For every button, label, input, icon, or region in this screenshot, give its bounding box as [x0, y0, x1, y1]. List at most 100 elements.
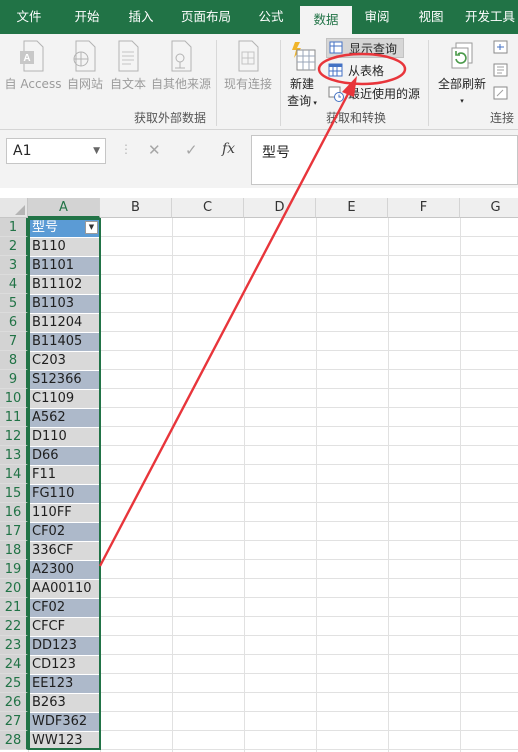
new-query-button[interactable]: 新建 查询 ▾: [282, 38, 322, 109]
table-cell[interactable]: B1101: [29, 257, 100, 275]
column-header-b[interactable]: B: [100, 198, 172, 218]
show-queries-button[interactable]: 显示查询: [326, 38, 404, 58]
refresh-all-button[interactable]: 全部刷新 ▾: [434, 40, 490, 106]
row-header-21[interactable]: 21: [0, 598, 28, 617]
table-cell[interactable]: B263: [29, 694, 100, 712]
table-cell[interactable]: AA00110: [29, 580, 100, 598]
row-header-7[interactable]: 7: [0, 332, 28, 351]
column-header-a[interactable]: A: [28, 198, 100, 218]
table-cell[interactable]: CF02: [29, 599, 100, 617]
from-table-button[interactable]: 从表格: [326, 61, 410, 81]
filter-dropdown-icon[interactable]: ▼: [85, 221, 98, 234]
tab-formulas[interactable]: 公式: [246, 0, 296, 34]
row-header-17[interactable]: 17: [0, 522, 28, 541]
from-access-button[interactable]: A 自 Access: [4, 40, 62, 92]
table-cell[interactable]: B11204: [29, 314, 100, 332]
tab-view[interactable]: 视图: [406, 0, 456, 34]
row-header-4[interactable]: 4: [0, 275, 28, 294]
table-cell[interactable]: A2300: [29, 561, 100, 579]
row-header-27[interactable]: 27: [0, 712, 28, 731]
column-header-f[interactable]: F: [388, 198, 460, 218]
connections-icon[interactable]: [493, 40, 509, 54]
row-header-5[interactable]: 5: [0, 294, 28, 313]
table-cell[interactable]: B11405: [29, 333, 100, 351]
existing-connections-button[interactable]: 现有连接: [220, 40, 276, 92]
table-cell[interactable]: F11: [29, 466, 100, 484]
table-cell[interactable]: S12366: [29, 371, 100, 389]
table-cell[interactable]: CD123: [29, 656, 100, 674]
table-cell[interactable]: FG110: [29, 485, 100, 503]
row-header-9[interactable]: 9: [0, 370, 28, 389]
chevron-down-icon[interactable]: ▼: [93, 139, 100, 163]
table-cell[interactable]: B110: [29, 238, 100, 256]
tab-data[interactable]: 数据: [300, 6, 352, 34]
cell-value: B1103: [32, 296, 75, 311]
row-header-13[interactable]: 13: [0, 446, 28, 465]
table-cell[interactable]: CF02: [29, 523, 100, 541]
worksheet-grid[interactable]: A B C D E F G 1 型号 ▼ 2 B110 3 B1101 4 B11102 5 B1103 6 B112…: [0, 198, 518, 752]
row-header-11[interactable]: 11: [0, 408, 28, 427]
column-header-d[interactable]: D: [244, 198, 316, 218]
row-header-8[interactable]: 8: [0, 351, 28, 370]
table-cell[interactable]: D110: [29, 428, 100, 446]
row-header-14[interactable]: 14: [0, 465, 28, 484]
table-cell[interactable]: B1103: [29, 295, 100, 313]
tab-developer[interactable]: 开发工具: [458, 0, 518, 34]
row-header-23[interactable]: 23: [0, 636, 28, 655]
enter-icon[interactable]: ✓: [185, 141, 198, 159]
row-header-3[interactable]: 3: [0, 256, 28, 275]
table-cell[interactable]: WW123: [29, 732, 100, 750]
insert-function-icon[interactable]: fx: [222, 141, 235, 157]
table-cell[interactable]: WDF362: [29, 713, 100, 731]
cell-value: WW123: [32, 733, 83, 748]
splitter-handle[interactable]: ⋮: [120, 142, 132, 156]
table-cell[interactable]: CFCF: [29, 618, 100, 636]
tab-home[interactable]: 开始: [62, 0, 112, 34]
row-header-18[interactable]: 18: [0, 541, 28, 560]
row-header-1[interactable]: 1: [0, 218, 28, 237]
row-header-16[interactable]: 16: [0, 503, 28, 522]
row-header-26[interactable]: 26: [0, 693, 28, 712]
row-header-6[interactable]: 6: [0, 313, 28, 332]
properties-icon[interactable]: [493, 63, 509, 77]
row-header-20[interactable]: 20: [0, 579, 28, 598]
from-other-sources-button[interactable]: 自其他来源: [149, 40, 213, 92]
row-header-10[interactable]: 10: [0, 389, 28, 408]
row-header-28[interactable]: 28: [0, 731, 28, 750]
recent-sources-button[interactable]: 最近使用的源: [326, 84, 424, 104]
show-queries-icon: [329, 41, 343, 54]
row-header-12[interactable]: 12: [0, 427, 28, 446]
table-cell[interactable]: C1109: [29, 390, 100, 408]
row-header-25[interactable]: 25: [0, 674, 28, 693]
name-box[interactable]: A1 ▼: [6, 138, 106, 164]
column-header-g[interactable]: G: [460, 198, 518, 218]
table-cell[interactable]: EE123: [29, 675, 100, 693]
tab-file[interactable]: 文件: [4, 0, 54, 34]
from-text-button[interactable]: 自文本: [107, 40, 149, 92]
tab-insert[interactable]: 插入: [116, 0, 166, 34]
table-cell[interactable]: 336CF: [29, 542, 100, 560]
row-header-19[interactable]: 19: [0, 560, 28, 579]
tab-review[interactable]: 审阅: [352, 0, 402, 34]
table-cell[interactable]: DD123: [29, 637, 100, 655]
edit-links-icon[interactable]: [493, 86, 509, 100]
column-header-e[interactable]: E: [316, 198, 388, 218]
cancel-icon[interactable]: ✕: [148, 141, 161, 159]
select-all-button[interactable]: [0, 198, 28, 218]
from-web-button[interactable]: 自网站: [64, 40, 106, 92]
table-cell[interactable]: A562: [29, 409, 100, 427]
table-cell[interactable]: D66: [29, 447, 100, 465]
tab-page-layout[interactable]: 页面布局: [170, 0, 242, 34]
text-file-icon: [118, 40, 139, 72]
table-cell[interactable]: B11102: [29, 276, 100, 294]
row-header-2[interactable]: 2: [0, 237, 28, 256]
row-header-22[interactable]: 22: [0, 617, 28, 636]
table-cell[interactable]: 110FF: [29, 504, 100, 522]
row-header-24[interactable]: 24: [0, 655, 28, 674]
row-header-15[interactable]: 15: [0, 484, 28, 503]
column-header-c[interactable]: C: [172, 198, 244, 218]
table-header-cell[interactable]: 型号 ▼: [29, 219, 100, 237]
formula-input[interactable]: 型号: [251, 135, 518, 185]
group-label-get-external-data: 获取外部数据: [133, 111, 206, 125]
table-cell[interactable]: C203: [29, 352, 100, 370]
